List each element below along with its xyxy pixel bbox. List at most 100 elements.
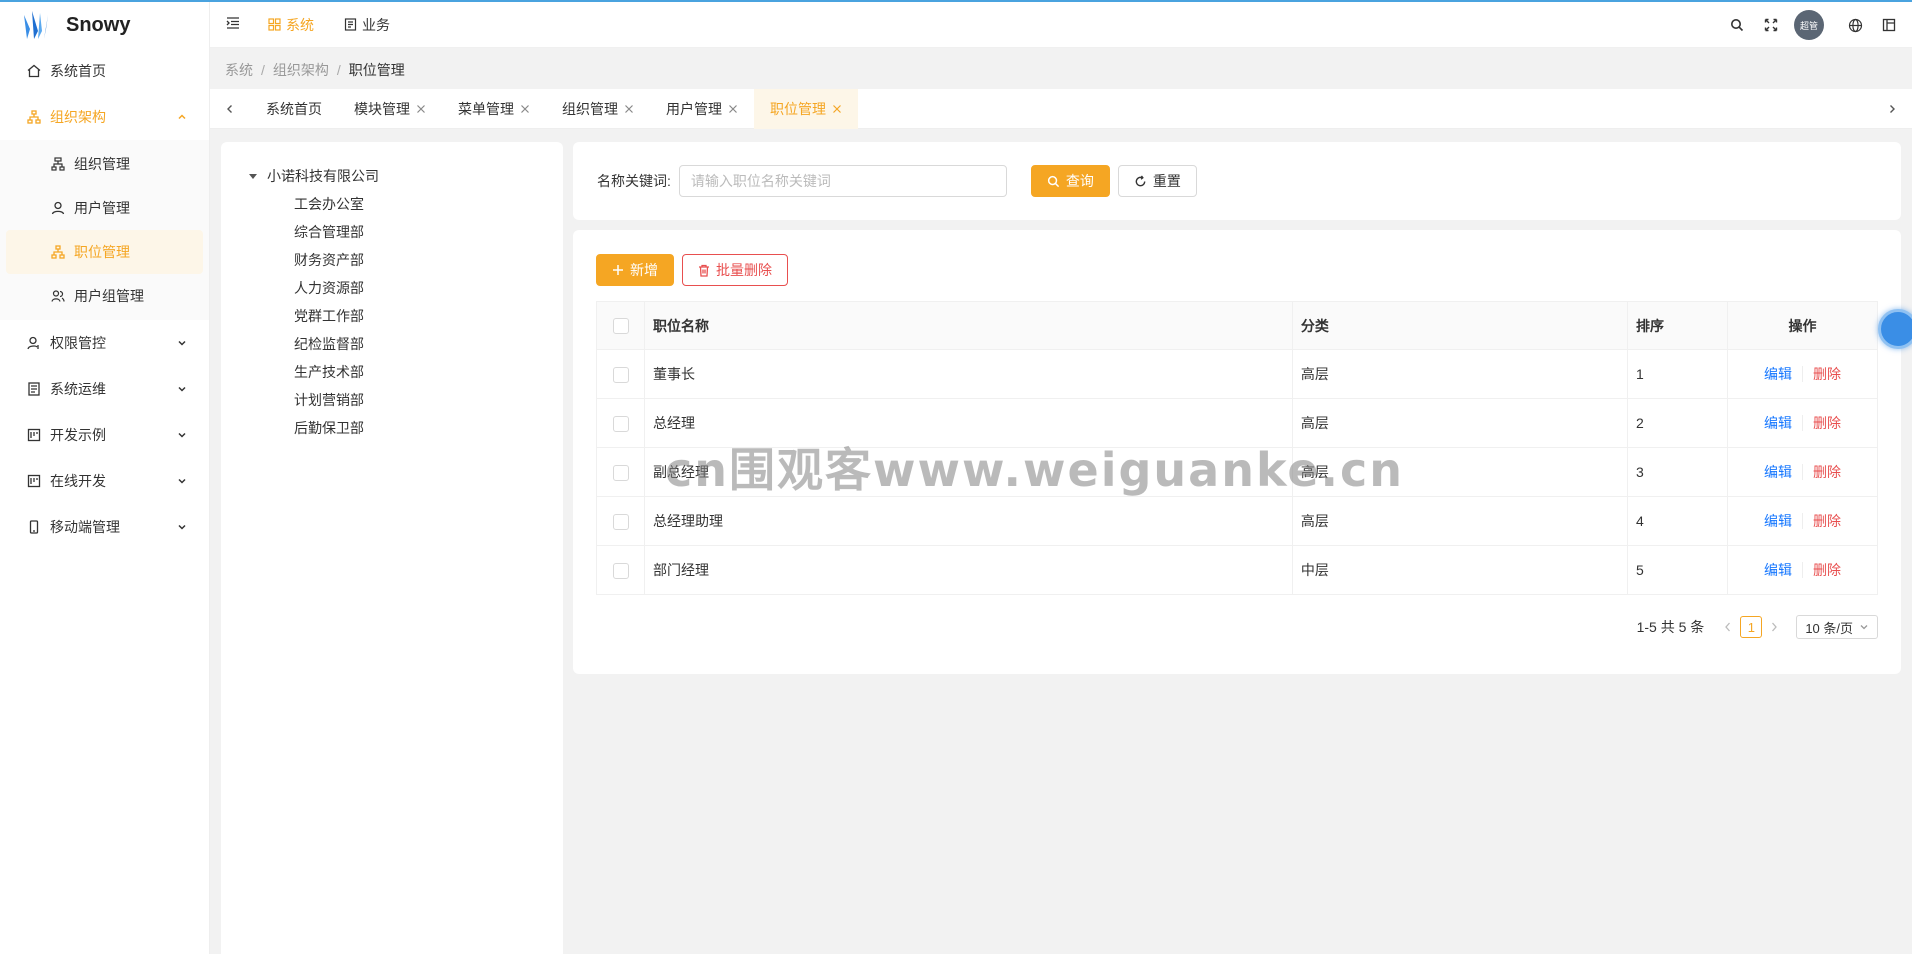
prev-page-icon[interactable]: [1716, 622, 1740, 632]
sidebar-item-user-group-manage[interactable]: 用户组管理: [0, 274, 209, 318]
chevron-up-icon: [175, 110, 189, 124]
sidebar-item-position-manage[interactable]: 职位管理: [6, 230, 203, 274]
tab-scroll-left-button[interactable]: [210, 89, 250, 129]
row-checkbox[interactable]: [612, 464, 629, 481]
floating-assistant-button[interactable]: [1878, 309, 1912, 349]
module-system-button[interactable]: 系统: [258, 10, 324, 40]
position-table: 职位名称 分类 排序 操作 董事长 高层 1 编辑 删除 总经理 高层 2 编辑删…: [596, 301, 1878, 595]
breadcrumb-item[interactable]: 系统: [225, 60, 253, 80]
sidebar-item-home[interactable]: 系统首页: [0, 48, 209, 94]
layout-icon[interactable]: [1872, 8, 1906, 42]
table-row: 总经理 高层 2 编辑 删除: [596, 398, 1878, 448]
table-row: 部门经理 中层 5 编辑 删除: [596, 545, 1878, 595]
sidebar-submenu-org: 组织管理 用户管理 职位管理 用户组管理: [0, 140, 209, 320]
table-card: 新增 批量删除 职位名称 分类 排序 操作 董事长 高层 1 编辑 删除 总经理…: [573, 230, 1901, 674]
tab-menu-manage[interactable]: 菜单管理: [442, 89, 546, 129]
table-header-row: 职位名称 分类 排序 操作: [596, 301, 1878, 350]
user-group-icon: [50, 288, 66, 304]
delete-link[interactable]: 删除: [1802, 366, 1841, 382]
edit-link[interactable]: 编辑: [1764, 562, 1792, 578]
delete-link[interactable]: 删除: [1802, 513, 1841, 529]
tree-node[interactable]: 纪检监督部: [294, 330, 563, 358]
close-icon[interactable]: [416, 104, 426, 114]
delete-link[interactable]: 删除: [1802, 562, 1841, 578]
sidebar-item-mobile[interactable]: 移动端管理: [0, 504, 209, 550]
avatar[interactable]: 超管: [1794, 10, 1824, 40]
tab-home[interactable]: 系统首页: [250, 89, 338, 129]
cell-sort: 5: [1627, 545, 1728, 595]
page-size-select[interactable]: 10 条/页: [1796, 615, 1878, 639]
edit-link[interactable]: 编辑: [1764, 464, 1792, 480]
module-business-button[interactable]: 业务: [334, 10, 400, 40]
add-button[interactable]: 新增: [596, 254, 674, 286]
select-all-checkbox[interactable]: [612, 318, 629, 335]
fullscreen-icon[interactable]: [1754, 8, 1788, 42]
tab-scroll-right-button[interactable]: [1872, 89, 1912, 129]
search-icon[interactable]: [1720, 8, 1754, 42]
menu-fold-icon: [226, 16, 240, 33]
user-shield-icon: [26, 335, 42, 351]
chevron-down-icon: [1859, 622, 1869, 632]
tab-user-manage[interactable]: 用户管理: [650, 89, 754, 129]
row-checkbox[interactable]: [612, 562, 629, 579]
edit-link[interactable]: 编辑: [1764, 513, 1792, 529]
sidebar-item-permission[interactable]: 权限管控: [0, 320, 209, 366]
sidebar-item-online-dev[interactable]: 在线开发: [0, 458, 209, 504]
pagination: 1-5 共 5 条 1 10 条/页: [596, 611, 1878, 643]
sidebar-item-user-manage[interactable]: 用户管理: [0, 186, 209, 230]
close-icon[interactable]: [832, 104, 842, 114]
tree-node[interactable]: 工会办公室: [294, 190, 563, 218]
tree-root-node[interactable]: 小诺科技有限公司: [249, 162, 563, 190]
chevron-right-icon: [1887, 101, 1897, 117]
tree-node[interactable]: 财务资产部: [294, 246, 563, 274]
row-checkbox[interactable]: [612, 366, 629, 383]
row-checkbox[interactable]: [612, 513, 629, 530]
tree-node[interactable]: 人力资源部: [294, 274, 563, 302]
org-tree-panel: 小诺科技有限公司 工会办公室 综合管理部 财务资产部 人力资源部 党群工作部 纪…: [221, 142, 563, 954]
tree-node[interactable]: 生产技术部: [294, 358, 563, 386]
reset-button[interactable]: 重置: [1117, 165, 1197, 197]
trash-icon: [698, 264, 710, 277]
tree-node[interactable]: 党群工作部: [294, 302, 563, 330]
close-icon[interactable]: [728, 104, 738, 114]
cell-name: 副总经理: [644, 447, 1293, 497]
sidebar-item-org-manage[interactable]: 组织管理: [0, 142, 209, 186]
mobile-icon: [26, 519, 42, 535]
cell-name: 部门经理: [644, 545, 1293, 595]
tree-node[interactable]: 计划营销部: [294, 386, 563, 414]
delete-link[interactable]: 删除: [1802, 415, 1841, 431]
tree-node[interactable]: 后勤保卫部: [294, 414, 563, 442]
sidebar-item-org[interactable]: 组织架构: [0, 94, 209, 140]
close-icon[interactable]: [520, 104, 530, 114]
delete-link[interactable]: 删除: [1802, 464, 1841, 480]
tab-module-manage[interactable]: 模块管理: [338, 89, 442, 129]
edit-link[interactable]: 编辑: [1764, 366, 1792, 382]
sidebar-item-ops[interactable]: 系统运维: [0, 366, 209, 412]
chevron-left-icon: [225, 101, 235, 117]
caret-down-icon[interactable]: [249, 172, 259, 180]
position-icon: [50, 244, 66, 260]
cell-sort: 2: [1627, 398, 1728, 448]
edit-link[interactable]: 编辑: [1764, 415, 1792, 431]
page-number-current[interactable]: 1: [1740, 616, 1763, 638]
query-button[interactable]: 查询: [1030, 165, 1110, 197]
breadcrumb-item[interactable]: 组织架构: [273, 60, 329, 80]
tab-bar: 系统首页 模块管理 菜单管理 组织管理 用户管理 职位管理: [210, 88, 1912, 129]
search-input[interactable]: [678, 165, 1007, 197]
tree-node[interactable]: 综合管理部: [294, 218, 563, 246]
home-icon: [26, 63, 42, 79]
online-dev-icon: [26, 473, 42, 489]
batch-delete-button[interactable]: 批量删除: [682, 254, 788, 286]
cell-name: 董事长: [644, 349, 1293, 399]
tab-org-manage[interactable]: 组织管理: [546, 89, 650, 129]
app-name: Snowy: [66, 13, 131, 36]
chevron-down-icon: [175, 382, 189, 396]
close-icon[interactable]: [624, 104, 634, 114]
tab-position-manage[interactable]: 职位管理: [754, 88, 858, 129]
menu-collapse-button[interactable]: [218, 10, 248, 40]
sidebar: Snowy 系统首页 组织架构 组织管理 用户管理 职位管理 用户组管理 权限管…: [0, 2, 210, 954]
globe-icon[interactable]: [1838, 8, 1872, 42]
sidebar-item-dev-examples[interactable]: 开发示例: [0, 412, 209, 458]
next-page-icon[interactable]: [1762, 622, 1786, 632]
row-checkbox[interactable]: [612, 415, 629, 432]
